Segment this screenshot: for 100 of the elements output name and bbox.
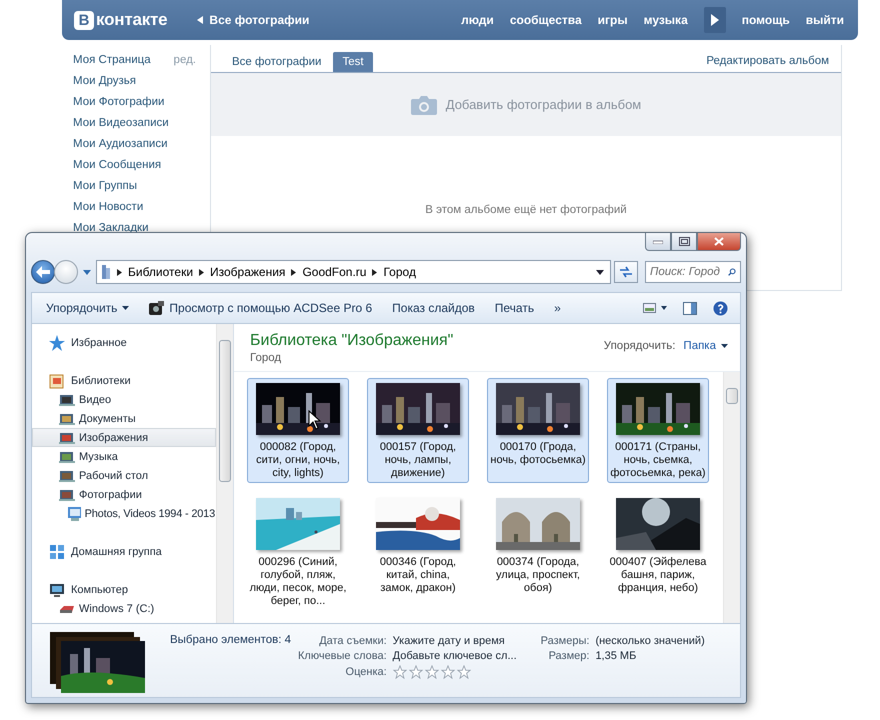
sidebar-item[interactable]: Мои Новости xyxy=(73,200,144,212)
back-link[interactable]: Все фотографии xyxy=(197,13,310,27)
sidebar-item[interactable]: Мои Аудиозаписи xyxy=(73,138,168,150)
nav-tree-item[interactable]: Музыка xyxy=(32,447,216,466)
refresh-icon xyxy=(619,266,633,278)
file-item[interactable]: 000407 (Эйфелева башня, париж, франция, небо) xyxy=(607,493,709,611)
file-item[interactable]: 000082 (Город, сити, огни, ночь, city, lights) xyxy=(247,378,349,483)
nav-tree-item[interactable]: Windows 7 (C:) xyxy=(32,599,216,618)
organize-button[interactable]: Упорядочить xyxy=(38,298,138,318)
sidebar-item[interactable]: Мои Сообщения xyxy=(73,158,162,170)
rating-star[interactable] xyxy=(424,665,439,679)
property-value: (несколько значений) xyxy=(595,635,705,647)
play-button[interactable] xyxy=(704,7,726,33)
toolbar-button[interactable]: » xyxy=(546,298,569,318)
property-value: 1,35 МБ xyxy=(595,650,638,662)
rating-star[interactable] xyxy=(456,665,471,679)
nav-link[interactable]: выйти xyxy=(806,13,844,27)
refresh-button[interactable] xyxy=(614,261,638,283)
property-value[interactable]: Укажите дату и время xyxy=(392,635,517,647)
nav-tree-item[interactable]: Компьютер xyxy=(32,580,216,599)
pane-icon xyxy=(683,302,697,314)
file-item[interactable]: 000374 (Города, улица, проспект, обоя) xyxy=(487,493,589,611)
breadcrumb-item[interactable]: Изображения xyxy=(210,265,286,279)
close-icon xyxy=(714,237,724,246)
play-icon xyxy=(710,14,719,26)
nav-link[interactable]: игры xyxy=(598,13,628,27)
sidebar-item[interactable]: Мои Группы xyxy=(73,180,138,192)
property-label: Ключевые слова: xyxy=(298,650,387,662)
chevron-icon xyxy=(372,268,378,276)
caret-icon xyxy=(197,16,204,24)
nav-tree-item[interactable]: Фотографии xyxy=(32,485,216,504)
back-arrow-icon xyxy=(36,266,50,278)
scrollbar[interactable] xyxy=(216,324,233,623)
logo[interactable]: В контакте xyxy=(74,10,168,30)
rating-star[interactable] xyxy=(440,665,455,679)
file-item[interactable]: 000171 (Страны, ночь, сьемка, фотосьемка, река) xyxy=(607,378,709,483)
search-field[interactable]: Поиск: Город xyxy=(645,261,741,283)
arrange-label: Упорядочить: xyxy=(604,340,676,352)
minimize-button[interactable] xyxy=(645,233,671,251)
toolbar-button[interactable]: Печать xyxy=(486,298,542,318)
library-icon xyxy=(101,264,111,280)
close-button[interactable] xyxy=(697,233,741,251)
nav-link[interactable]: музыка xyxy=(644,13,688,27)
sidebar-item[interactable]: Мои Фотографии xyxy=(73,96,164,108)
computer-icon xyxy=(49,582,65,598)
nav-link[interactable]: помощь xyxy=(742,13,790,27)
selection-count: Выбрано элементов: 4 xyxy=(170,634,292,646)
address-bar[interactable]: Библиотеки Изображения GoodFon.ru Город xyxy=(96,260,611,284)
library-icon xyxy=(49,372,65,388)
sidebar-item[interactable]: Мои Закладки xyxy=(73,222,148,234)
property-label: Оценка: xyxy=(344,666,387,678)
file-item[interactable]: 000296 (Синий, голубой, пляж, люди, песок, море, берег, по... xyxy=(247,493,349,611)
sidebar-item[interactable]: Моя Страница xyxy=(73,54,151,66)
property-label: Размеры: xyxy=(540,635,590,647)
back-button[interactable] xyxy=(31,260,55,284)
breadcrumb-item[interactable]: Библиотеки xyxy=(128,265,194,279)
star-icon xyxy=(49,334,65,350)
open-with-button[interactable]: Просмотр с помощью ACDSee Pro 6 xyxy=(141,298,380,318)
sidebar-item[interactable]: Мои Видеозаписи xyxy=(73,116,169,128)
maximize-button[interactable] xyxy=(671,233,697,251)
nav-tree-item[interactable]: Photos, Videos 1994 - 2013 xyxy=(32,504,216,523)
tab[interactable]: Test xyxy=(333,52,373,72)
property-label: Размер: xyxy=(548,650,590,662)
minimize-icon xyxy=(653,240,663,244)
chevron-icon xyxy=(291,268,296,276)
breadcrumb-item[interactable]: GoodFon.ru xyxy=(302,265,366,279)
rating-star[interactable] xyxy=(392,665,407,679)
maximize-icon xyxy=(678,237,690,246)
toolbar-button[interactable]: Показ слайдов xyxy=(384,298,483,318)
picture-caret-icon xyxy=(643,303,667,313)
camera-icon xyxy=(410,94,437,114)
nav-tree-item[interactable]: Избранное xyxy=(32,333,216,352)
empty-message: В этом альбоме ещё нет фотографий xyxy=(424,204,628,216)
caret-icon xyxy=(122,306,130,310)
tab[interactable]: Все фотографии xyxy=(223,52,330,72)
nav-tree-item[interactable]: Документы xyxy=(32,409,216,428)
rating-star[interactable] xyxy=(408,665,423,679)
property-label: Дата съемки: xyxy=(318,635,387,647)
nav-tree-item[interactable]: Рабочий стол xyxy=(32,466,216,485)
sidebar-item[interactable]: Мои Друзья xyxy=(73,74,136,86)
property-value[interactable]: Добавьте ключевое сл... xyxy=(392,650,517,662)
help-icon xyxy=(713,300,728,316)
nav-link[interactable]: люди xyxy=(461,13,494,27)
camera-icon xyxy=(149,300,164,316)
nav-tree-item[interactable]: Домашняя группа xyxy=(32,542,216,561)
nav-tree-item[interactable]: Изображения xyxy=(32,428,216,447)
library-title: Библиотека "Изображения" xyxy=(250,332,454,350)
arrange-dropdown[interactable]: Папка xyxy=(683,340,728,352)
caret-icon[interactable] xyxy=(596,270,604,274)
file-item[interactable]: 000170 (Грода, ночь, фотосьемка) xyxy=(487,378,589,483)
chevron-icon xyxy=(117,268,122,276)
nav-tree-item[interactable]: Библиотеки xyxy=(32,371,216,390)
file-item[interactable]: 000346 (Город, китай, china, замок, дракон) xyxy=(367,493,469,611)
pointer-icon xyxy=(308,410,322,430)
nav-tree-item[interactable]: Видео xyxy=(32,390,216,409)
nav-link[interactable]: сообщества xyxy=(510,13,582,27)
scrollbar[interactable] xyxy=(723,372,740,623)
edit-album-link[interactable]: Редактировать альбом xyxy=(706,55,829,72)
breadcrumb-item[interactable]: Город xyxy=(383,265,416,279)
file-item[interactable]: 000157 (Город, ночь, лампы, движение) xyxy=(367,378,469,483)
